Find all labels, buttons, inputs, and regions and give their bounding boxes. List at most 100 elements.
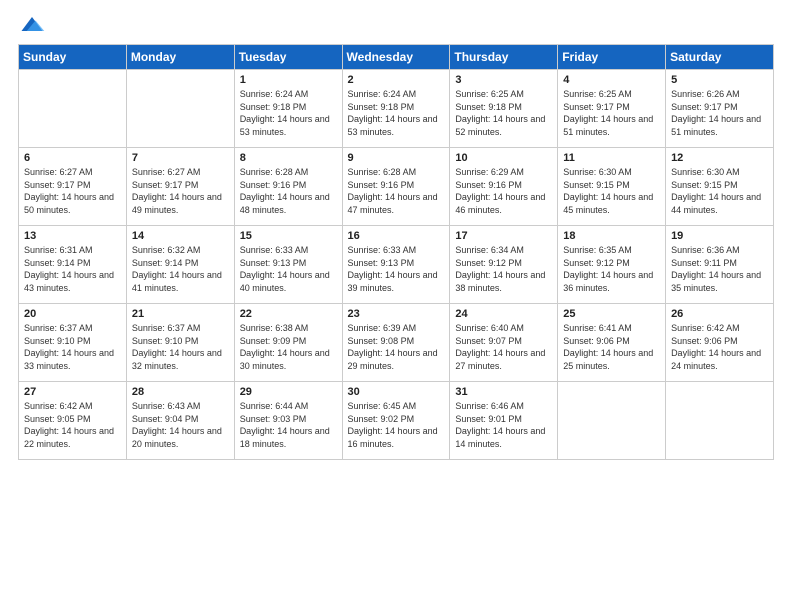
day-number: 8 (240, 152, 337, 164)
calendar-cell: 16 Sunrise: 6:33 AM Sunset: 9:13 PM Dayli… (342, 226, 450, 304)
calendar-cell: 25Sunrise: 6:41 AM Sunset: 9:06 PM Dayli… (558, 304, 666, 382)
day-number: 23 (348, 308, 445, 320)
calendar-cell: 3Sunrise: 6:25 AM Sunset: 9:18 PM Daylig… (450, 70, 558, 148)
calendar-week-4: 27 Sunrise: 6:42 AM Sunset: 9:05 PM Dayli… (19, 382, 774, 460)
day-info: Sunrise: 6:26 AM Sunset: 9:17 PM Dayligh… (671, 88, 768, 138)
day-number: 9 (348, 152, 445, 164)
day-info: Sunrise: 6:31 AM Sunset: 9:14 PM Dayligh… (24, 244, 121, 294)
day-number: 10 (455, 152, 552, 164)
day-info: Sunrise: 6:37 AM Sunset: 9:10 PM Dayligh… (132, 322, 229, 372)
calendar-cell: 31 Sunrise: 6:46 AM Sunset: 9:01 PM Dayli… (450, 382, 558, 460)
calendar-header-saturday: Saturday (666, 45, 774, 70)
day-info: Sunrise: 6:34 AM Sunset: 9:12 PM Dayligh… (455, 244, 552, 294)
calendar-cell: 7 Sunrise: 6:27 AM Sunset: 9:17 PM Daylig… (126, 148, 234, 226)
calendar-header-sunday: Sunday (19, 45, 127, 70)
calendar-cell: 11 Sunrise: 6:30 AM Sunset: 9:15 PM Dayli… (558, 148, 666, 226)
calendar-cell: 24 Sunrise: 6:40 AM Sunset: 9:07 PM Dayli… (450, 304, 558, 382)
calendar-cell: 13 Sunrise: 6:31 AM Sunset: 9:14 PM Dayli… (19, 226, 127, 304)
logo-icon (18, 10, 46, 38)
day-info: Sunrise: 6:33 AM Sunset: 9:13 PM Dayligh… (348, 244, 445, 294)
calendar-cell: 4 Sunrise: 6:25 AM Sunset: 9:17 PM Daylig… (558, 70, 666, 148)
day-number: 24 (455, 308, 552, 320)
day-info: Sunrise: 6:30 AM Sunset: 9:15 PM Dayligh… (671, 166, 768, 216)
day-number: 4 (563, 74, 660, 86)
day-number: 22 (240, 308, 337, 320)
calendar-header-tuesday: Tuesday (234, 45, 342, 70)
day-number: 21 (132, 308, 229, 320)
calendar-cell: 30 Sunrise: 6:45 AM Sunset: 9:02 PM Dayli… (342, 382, 450, 460)
day-info: Sunrise: 6:45 AM Sunset: 9:02 PM Dayligh… (348, 400, 445, 450)
day-number: 30 (348, 386, 445, 398)
day-info: Sunrise: 6:43 AM Sunset: 9:04 PM Dayligh… (132, 400, 229, 450)
calendar-cell (558, 382, 666, 460)
calendar-cell (126, 70, 234, 148)
calendar-cell: 20 Sunrise: 6:37 AM Sunset: 9:10 PM Dayli… (19, 304, 127, 382)
calendar-week-3: 20 Sunrise: 6:37 AM Sunset: 9:10 PM Dayli… (19, 304, 774, 382)
calendar-cell: 17 Sunrise: 6:34 AM Sunset: 9:12 PM Dayli… (450, 226, 558, 304)
day-number: 7 (132, 152, 229, 164)
day-info: Sunrise: 6:35 AM Sunset: 9:12 PM Dayligh… (563, 244, 660, 294)
day-number: 19 (671, 230, 768, 242)
calendar-week-0: 1 Sunrise: 6:24 AM Sunset: 9:18 PM Daylig… (19, 70, 774, 148)
day-number: 1 (240, 74, 337, 86)
day-info: Sunrise: 6:42 AM Sunset: 9:06 PM Dayligh… (671, 322, 768, 372)
day-info: Sunrise: 6:24 AM Sunset: 9:18 PM Dayligh… (240, 88, 337, 138)
day-number: 2 (348, 74, 445, 86)
calendar-cell (666, 382, 774, 460)
day-info: Sunrise: 6:29 AM Sunset: 9:16 PM Dayligh… (455, 166, 552, 216)
calendar-cell: 27 Sunrise: 6:42 AM Sunset: 9:05 PM Dayli… (19, 382, 127, 460)
calendar-header-monday: Monday (126, 45, 234, 70)
day-info: Sunrise: 6:44 AM Sunset: 9:03 PM Dayligh… (240, 400, 337, 450)
day-number: 28 (132, 386, 229, 398)
day-number: 27 (24, 386, 121, 398)
calendar-cell: 1 Sunrise: 6:24 AM Sunset: 9:18 PM Daylig… (234, 70, 342, 148)
day-info: Sunrise: 6:40 AM Sunset: 9:07 PM Dayligh… (455, 322, 552, 372)
day-number: 16 (348, 230, 445, 242)
calendar-week-1: 6 Sunrise: 6:27 AM Sunset: 9:17 PM Daylig… (19, 148, 774, 226)
day-info: Sunrise: 6:30 AM Sunset: 9:15 PM Dayligh… (563, 166, 660, 216)
page: SundayMondayTuesdayWednesdayThursdayFrid… (0, 0, 792, 612)
calendar-cell: 15Sunrise: 6:33 AM Sunset: 9:13 PM Dayli… (234, 226, 342, 304)
logo (18, 10, 50, 38)
calendar-cell: 5Sunrise: 6:26 AM Sunset: 9:17 PM Daylig… (666, 70, 774, 148)
day-number: 11 (563, 152, 660, 164)
day-number: 12 (671, 152, 768, 164)
day-number: 3 (455, 74, 552, 86)
calendar-cell: 21 Sunrise: 6:37 AM Sunset: 9:10 PM Dayli… (126, 304, 234, 382)
calendar-cell: 22Sunrise: 6:38 AM Sunset: 9:09 PM Dayli… (234, 304, 342, 382)
calendar-cell: 12 Sunrise: 6:30 AM Sunset: 9:15 PM Dayli… (666, 148, 774, 226)
header (18, 10, 774, 38)
calendar-header-wednesday: Wednesday (342, 45, 450, 70)
day-info: Sunrise: 6:28 AM Sunset: 9:16 PM Dayligh… (240, 166, 337, 216)
day-info: Sunrise: 6:46 AM Sunset: 9:01 PM Dayligh… (455, 400, 552, 450)
calendar-header-thursday: Thursday (450, 45, 558, 70)
calendar-cell: 9 Sunrise: 6:28 AM Sunset: 9:16 PM Daylig… (342, 148, 450, 226)
calendar: SundayMondayTuesdayWednesdayThursdayFrid… (18, 44, 774, 460)
day-info: Sunrise: 6:32 AM Sunset: 9:14 PM Dayligh… (132, 244, 229, 294)
day-number: 29 (240, 386, 337, 398)
day-number: 14 (132, 230, 229, 242)
day-info: Sunrise: 6:39 AM Sunset: 9:08 PM Dayligh… (348, 322, 445, 372)
day-info: Sunrise: 6:25 AM Sunset: 9:17 PM Dayligh… (563, 88, 660, 138)
calendar-cell: 26 Sunrise: 6:42 AM Sunset: 9:06 PM Dayli… (666, 304, 774, 382)
day-number: 31 (455, 386, 552, 398)
calendar-cell: 18Sunrise: 6:35 AM Sunset: 9:12 PM Dayli… (558, 226, 666, 304)
calendar-cell: 2Sunrise: 6:24 AM Sunset: 9:18 PM Daylig… (342, 70, 450, 148)
day-info: Sunrise: 6:27 AM Sunset: 9:17 PM Dayligh… (132, 166, 229, 216)
calendar-cell: 10 Sunrise: 6:29 AM Sunset: 9:16 PM Dayli… (450, 148, 558, 226)
day-info: Sunrise: 6:42 AM Sunset: 9:05 PM Dayligh… (24, 400, 121, 450)
day-number: 6 (24, 152, 121, 164)
calendar-header-row: SundayMondayTuesdayWednesdayThursdayFrid… (19, 45, 774, 70)
day-number: 17 (455, 230, 552, 242)
calendar-cell (19, 70, 127, 148)
day-number: 26 (671, 308, 768, 320)
calendar-cell: 28 Sunrise: 6:43 AM Sunset: 9:04 PM Dayli… (126, 382, 234, 460)
calendar-cell: 6 Sunrise: 6:27 AM Sunset: 9:17 PM Daylig… (19, 148, 127, 226)
day-number: 13 (24, 230, 121, 242)
day-info: Sunrise: 6:28 AM Sunset: 9:16 PM Dayligh… (348, 166, 445, 216)
calendar-cell: 29 Sunrise: 6:44 AM Sunset: 9:03 PM Dayli… (234, 382, 342, 460)
day-info: Sunrise: 6:37 AM Sunset: 9:10 PM Dayligh… (24, 322, 121, 372)
day-number: 20 (24, 308, 121, 320)
day-info: Sunrise: 6:33 AM Sunset: 9:13 PM Dayligh… (240, 244, 337, 294)
day-info: Sunrise: 6:27 AM Sunset: 9:17 PM Dayligh… (24, 166, 121, 216)
